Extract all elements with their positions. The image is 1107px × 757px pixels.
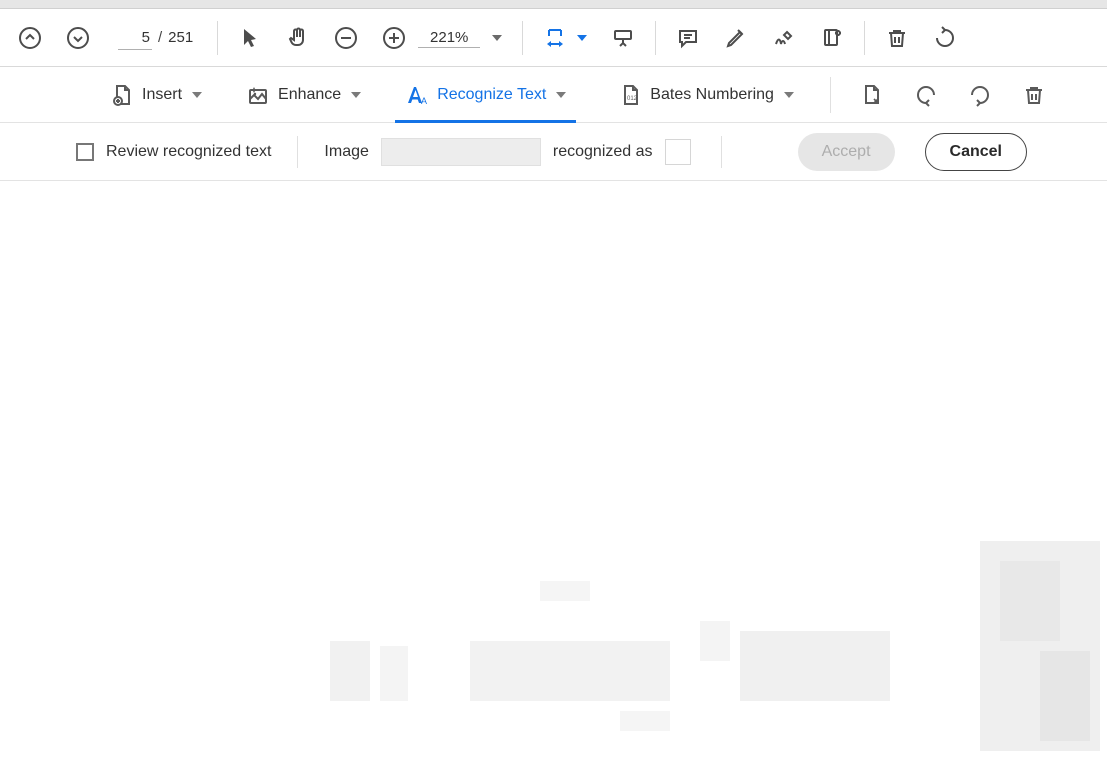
scan-artifact bbox=[1040, 651, 1090, 741]
scan-artifact bbox=[620, 711, 670, 731]
scan-artifact bbox=[380, 646, 408, 701]
zoom-level-box bbox=[418, 28, 504, 48]
image-label: Image bbox=[324, 143, 368, 161]
trash-icon[interactable] bbox=[1019, 80, 1049, 110]
chevron-down-icon bbox=[192, 92, 202, 98]
toolbar-separator bbox=[655, 21, 656, 55]
scan-artifact bbox=[330, 641, 370, 701]
chevron-down-icon bbox=[351, 92, 361, 98]
enhance-label: Enhance bbox=[278, 86, 341, 104]
hand-tool-icon[interactable] bbox=[284, 24, 312, 52]
extract-page-icon[interactable] bbox=[857, 80, 887, 110]
page-current-input[interactable] bbox=[118, 26, 152, 50]
zoom-out-icon[interactable] bbox=[332, 24, 360, 52]
insert-menu[interactable]: Insert bbox=[100, 67, 212, 122]
window-title-strip bbox=[0, 0, 1107, 9]
scan-artifact bbox=[540, 581, 590, 601]
bates-numbering-menu[interactable]: 012 Bates Numbering bbox=[608, 67, 804, 122]
review-bar: Review recognized text Image recognized … bbox=[0, 123, 1107, 181]
zoom-dropdown-caret-icon[interactable] bbox=[490, 31, 504, 45]
recognize-text-label: Recognize Text bbox=[437, 86, 546, 104]
toolbar-separator bbox=[864, 21, 865, 55]
enhance-icon bbox=[246, 83, 270, 107]
fit-dropdown-caret-icon[interactable] bbox=[575, 31, 589, 45]
accept-button[interactable]: Accept bbox=[798, 133, 895, 171]
recognize-text-menu[interactable]: A Recognize Text bbox=[395, 67, 576, 122]
accept-button-label: Accept bbox=[822, 143, 871, 161]
page-number-box: / 251 bbox=[118, 26, 193, 50]
main-toolbar: / 251 bbox=[0, 9, 1107, 67]
svg-text:A: A bbox=[421, 96, 427, 106]
rotate-icon[interactable] bbox=[931, 24, 959, 52]
scan-artifact bbox=[700, 621, 730, 661]
scan-toolbar: Insert Enhance A Recognize Text 012 Bate… bbox=[0, 67, 1107, 123]
page-total-label: 251 bbox=[168, 29, 193, 46]
rotate-left-icon[interactable] bbox=[911, 80, 941, 110]
toolbar-separator bbox=[522, 21, 523, 55]
pointer-tool-icon[interactable] bbox=[236, 24, 264, 52]
bates-icon: 012 bbox=[618, 83, 642, 107]
bates-label: Bates Numbering bbox=[650, 86, 774, 104]
review-checkbox[interactable] bbox=[76, 143, 94, 161]
page-down-icon[interactable] bbox=[64, 24, 92, 52]
image-preview-field bbox=[381, 138, 541, 166]
scan-artifact bbox=[740, 631, 890, 701]
stamp-icon[interactable] bbox=[818, 24, 846, 52]
cancel-button[interactable]: Cancel bbox=[925, 133, 1027, 171]
review-checkbox-label: Review recognized text bbox=[106, 143, 271, 161]
comment-icon[interactable] bbox=[674, 24, 702, 52]
recognized-as-label: recognized as bbox=[553, 143, 653, 161]
reviewbar-separator bbox=[297, 136, 298, 168]
enhance-menu[interactable]: Enhance bbox=[236, 67, 371, 122]
scan-artifact bbox=[1000, 561, 1060, 641]
reviewbar-separator bbox=[721, 136, 722, 168]
page-up-icon[interactable] bbox=[16, 24, 44, 52]
highlight-icon[interactable] bbox=[722, 24, 750, 52]
sign-icon[interactable] bbox=[770, 24, 798, 52]
insert-page-icon bbox=[110, 83, 134, 107]
insert-label: Insert bbox=[142, 86, 182, 104]
document-viewport[interactable] bbox=[0, 181, 1107, 756]
scan-artifact bbox=[470, 641, 670, 701]
zoom-value-input[interactable] bbox=[418, 28, 480, 48]
zoom-in-icon[interactable] bbox=[380, 24, 408, 52]
read-mode-icon[interactable] bbox=[609, 24, 637, 52]
page-separator: / bbox=[158, 29, 162, 46]
toolbar-separator bbox=[830, 77, 831, 113]
cancel-button-label: Cancel bbox=[950, 143, 1002, 161]
recognized-value-field[interactable] bbox=[665, 139, 691, 165]
rotate-right-icon[interactable] bbox=[965, 80, 995, 110]
chevron-down-icon bbox=[556, 92, 566, 98]
svg-text:012: 012 bbox=[627, 96, 638, 102]
recognize-text-icon: A bbox=[405, 83, 429, 107]
toolbar-separator bbox=[217, 21, 218, 55]
fit-width-icon[interactable] bbox=[541, 24, 569, 52]
chevron-down-icon bbox=[784, 92, 794, 98]
delete-icon[interactable] bbox=[883, 24, 911, 52]
